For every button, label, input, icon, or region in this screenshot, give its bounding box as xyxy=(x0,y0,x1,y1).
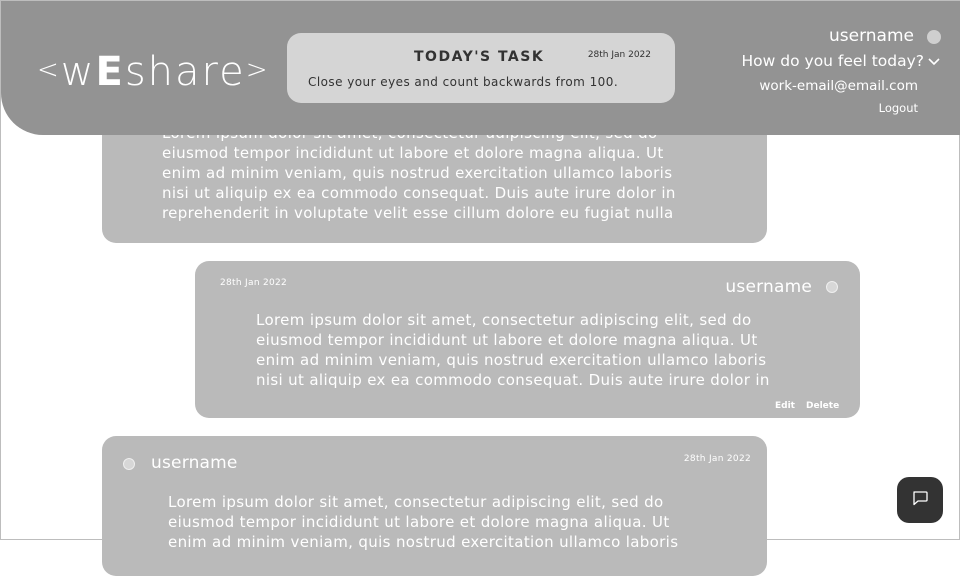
post-text: Lorem ipsum dolor sit amet, consectetur … xyxy=(256,311,770,389)
mood-dropdown-label: How do you feel today? xyxy=(741,52,924,70)
logout-link[interactable]: Logout xyxy=(879,101,918,115)
post-card: username 28th Jan 2022 Lorem ipsum dolor… xyxy=(102,436,767,576)
task-title: TODAY'S TASK xyxy=(414,49,545,65)
post-date: 28th Jan 2022 xyxy=(220,278,288,288)
post-date: 28th Jan 2022 xyxy=(683,454,751,464)
mood-dropdown[interactable]: How do you feel today? xyxy=(742,52,941,70)
post-text: Lorem ipsum dolor sit amet, consectetur … xyxy=(162,124,676,222)
avatar[interactable] xyxy=(927,30,941,44)
post-username[interactable]: username xyxy=(725,277,812,297)
delete-button[interactable]: Delete xyxy=(806,401,839,411)
avatar[interactable] xyxy=(826,281,838,293)
logo-bracket-right: > xyxy=(245,55,270,85)
post-text: Lorem ipsum dolor sit amet, consectetur … xyxy=(168,493,679,551)
todays-task-card: TODAY'S TASK 28th Jan 2022 Close your ey… xyxy=(287,33,675,103)
edit-button[interactable]: Edit xyxy=(775,401,795,411)
chat-button[interactable] xyxy=(897,477,943,523)
app-logo[interactable]: <wEshare> xyxy=(37,45,270,97)
own-post-card: 28th Jan 2022 username Lorem ipsum dolor… xyxy=(195,261,860,418)
logo-text-pre: w xyxy=(60,49,96,95)
chevron-down-icon xyxy=(927,52,941,70)
logo-text-bold: E xyxy=(95,49,125,95)
top-header: <wEshare> TODAY'S TASK 28th Jan 2022 Clo… xyxy=(1,1,960,135)
user-email: work-email@email.com xyxy=(759,78,918,94)
logo-text-post: share xyxy=(124,49,246,95)
avatar[interactable] xyxy=(123,458,135,470)
task-text: Close your eyes and count backwards from… xyxy=(308,75,619,89)
post-username[interactable]: username xyxy=(151,453,238,473)
chat-bubble-icon xyxy=(911,489,929,511)
header-username[interactable]: username xyxy=(829,26,914,46)
logo-bracket-left: < xyxy=(37,55,61,85)
task-date: 28th Jan 2022 xyxy=(587,50,651,60)
